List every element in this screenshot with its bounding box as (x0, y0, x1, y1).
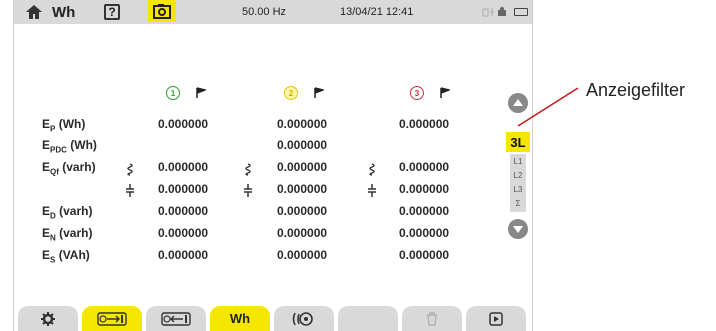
callout-label: Anzeigefilter (586, 80, 686, 100)
callout-line (517, 87, 579, 127)
